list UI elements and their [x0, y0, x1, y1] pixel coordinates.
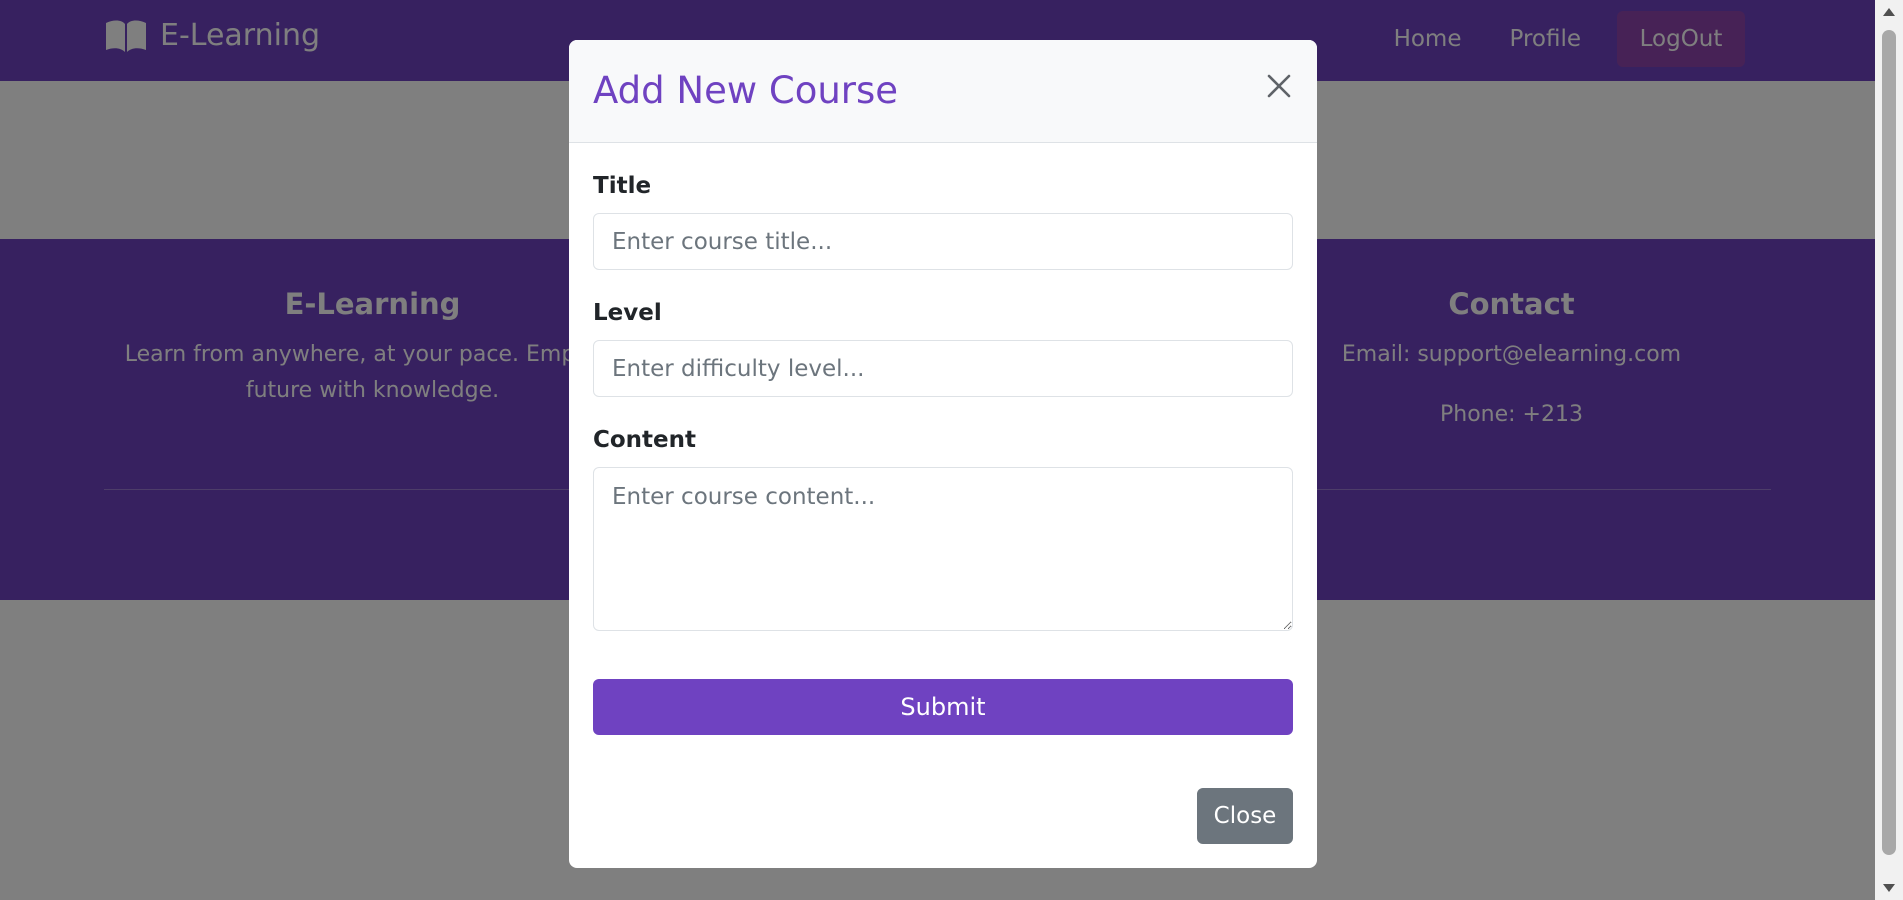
close-button[interactable]: Close [1197, 788, 1293, 844]
modal-header: Add New Course [569, 40, 1317, 143]
vertical-scrollbar[interactable] [1875, 0, 1903, 900]
scroll-thumb[interactable] [1882, 30, 1896, 855]
page: E-Learning Home Profile LogOut E-Learnin… [0, 0, 1875, 900]
level-label: Level [593, 300, 662, 326]
submit-button[interactable]: Submit [593, 679, 1293, 735]
scroll-up-arrow-icon[interactable] [1883, 8, 1895, 16]
title-label: Title [593, 173, 652, 199]
scroll-down-arrow-icon[interactable] [1883, 884, 1895, 892]
close-icon[interactable] [1263, 70, 1295, 102]
modal-body: Title Level Content Submit [593, 143, 1293, 735]
add-course-modal: Add New Course Title Level Content Submi… [569, 40, 1317, 868]
content-textarea[interactable] [593, 467, 1293, 631]
title-input[interactable] [593, 213, 1293, 270]
level-input[interactable] [593, 340, 1293, 397]
modal-title: Add New Course [593, 69, 899, 112]
content-label: Content [593, 427, 697, 453]
